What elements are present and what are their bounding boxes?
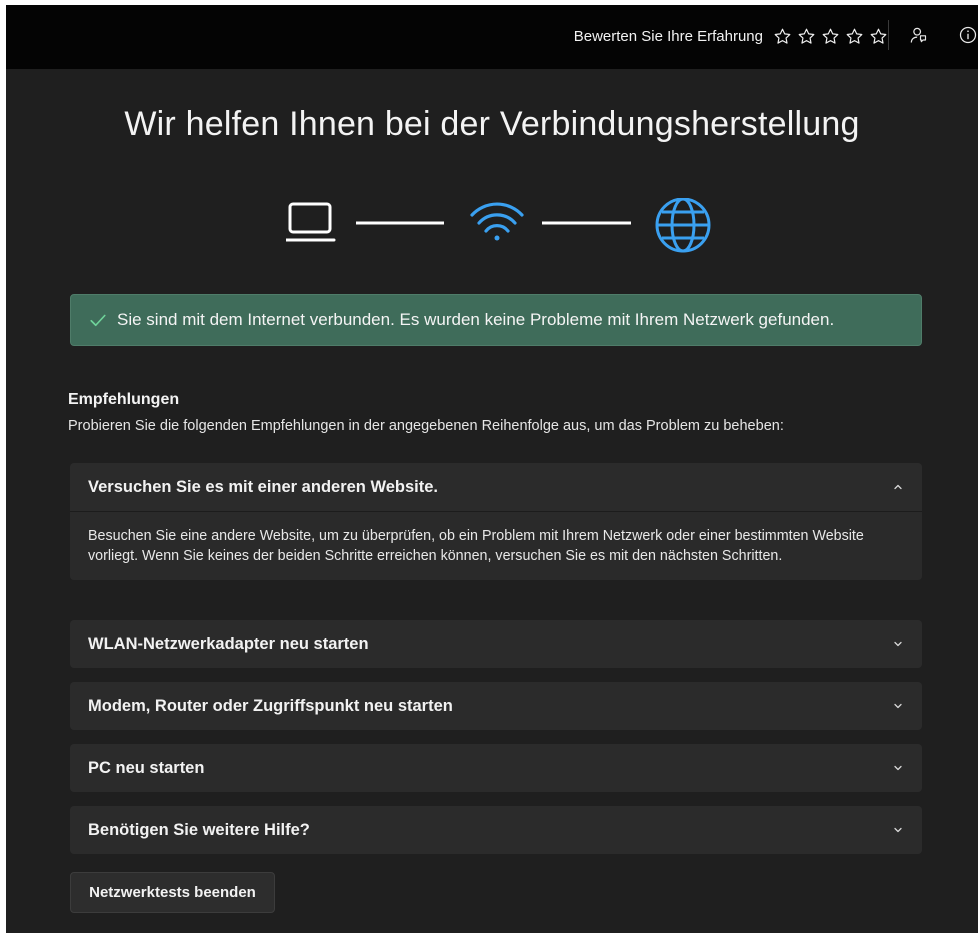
info-icon[interactable] xyxy=(958,25,978,45)
rating-label: Bewerten Sie Ihre Erfahrung xyxy=(573,28,763,45)
star-5-icon[interactable] xyxy=(869,27,888,46)
star-1-icon[interactable] xyxy=(773,27,792,46)
recommendations-description: Probieren Sie die folgenden Empfehlungen… xyxy=(68,418,784,434)
accordion-label: PC neu starten xyxy=(88,758,205,777)
wifi-icon xyxy=(470,202,524,241)
chevron-down-icon[interactable] xyxy=(892,638,904,650)
accordion-header[interactable]: PC neu starten xyxy=(70,744,922,792)
accordion-restart-pc[interactable]: PC neu starten xyxy=(70,744,922,792)
topbar-divider xyxy=(888,20,889,50)
accordion-more-help[interactable]: Benötigen Sie weitere Hilfe? xyxy=(70,806,922,854)
connection-diagram xyxy=(286,198,711,253)
accordion-header[interactable]: WLAN-Netzwerkadapter neu starten xyxy=(70,620,922,668)
rating-bar: Bewerten Sie Ihre Erfahrung xyxy=(574,27,888,46)
laptop-icon xyxy=(286,202,336,242)
accordion-label: Benötigen Sie weitere Hilfe? xyxy=(88,820,310,839)
check-icon xyxy=(90,314,106,327)
accordion-label: Modem, Router oder Zugriffspunkt neu sta… xyxy=(88,696,453,715)
end-network-tests-button[interactable]: Netzwerktests beenden xyxy=(70,872,275,913)
recommendations-title: Empfehlungen xyxy=(68,391,180,408)
chevron-down-icon[interactable] xyxy=(892,762,904,774)
chevron-down-icon[interactable] xyxy=(892,824,904,836)
accordion-header[interactable]: Benötigen Sie weitere Hilfe? xyxy=(70,806,922,854)
accordion-modem-router[interactable]: Modem, Router oder Zugriffspunkt neu sta… xyxy=(70,682,922,730)
troubleshooter-window: Bewerten Sie Ihre Erfahrung Wir helfen I… xyxy=(6,5,978,933)
accordion-wlan-adapter[interactable]: WLAN-Netzwerkadapter neu starten xyxy=(70,620,922,668)
page-title: Wir helfen Ihnen bei der Verbindungshers… xyxy=(124,105,860,143)
accordion-label: WLAN-Netzwerkadapter neu starten xyxy=(88,634,369,653)
accordion-website[interactable]: Versuchen Sie es mit einer anderen Websi… xyxy=(70,463,922,580)
accordion-header[interactable]: Modem, Router oder Zugriffspunkt neu sta… xyxy=(70,682,922,730)
chevron-down-icon[interactable] xyxy=(892,700,904,712)
status-text: Sie sind mit dem Internet verbunden. Es … xyxy=(117,310,835,329)
feedback-person-icon[interactable] xyxy=(908,25,928,45)
globe-icon xyxy=(655,198,711,253)
accordion-label: Versuchen Sie es mit einer anderen Websi… xyxy=(88,477,439,496)
chevron-up-icon[interactable] xyxy=(892,481,904,493)
star-4-icon[interactable] xyxy=(845,27,864,46)
rating-stars xyxy=(773,27,888,46)
accordion-header[interactable]: Versuchen Sie es mit einer anderen Websi… xyxy=(70,463,922,511)
status-banner: Sie sind mit dem Internet verbunden. Es … xyxy=(70,294,922,346)
accordion-body: Besuchen Sie eine andere Website, um zu … xyxy=(70,511,922,580)
top-bar: Bewerten Sie Ihre Erfahrung xyxy=(6,5,978,69)
star-2-icon[interactable] xyxy=(797,27,816,46)
star-3-icon[interactable] xyxy=(821,27,840,46)
